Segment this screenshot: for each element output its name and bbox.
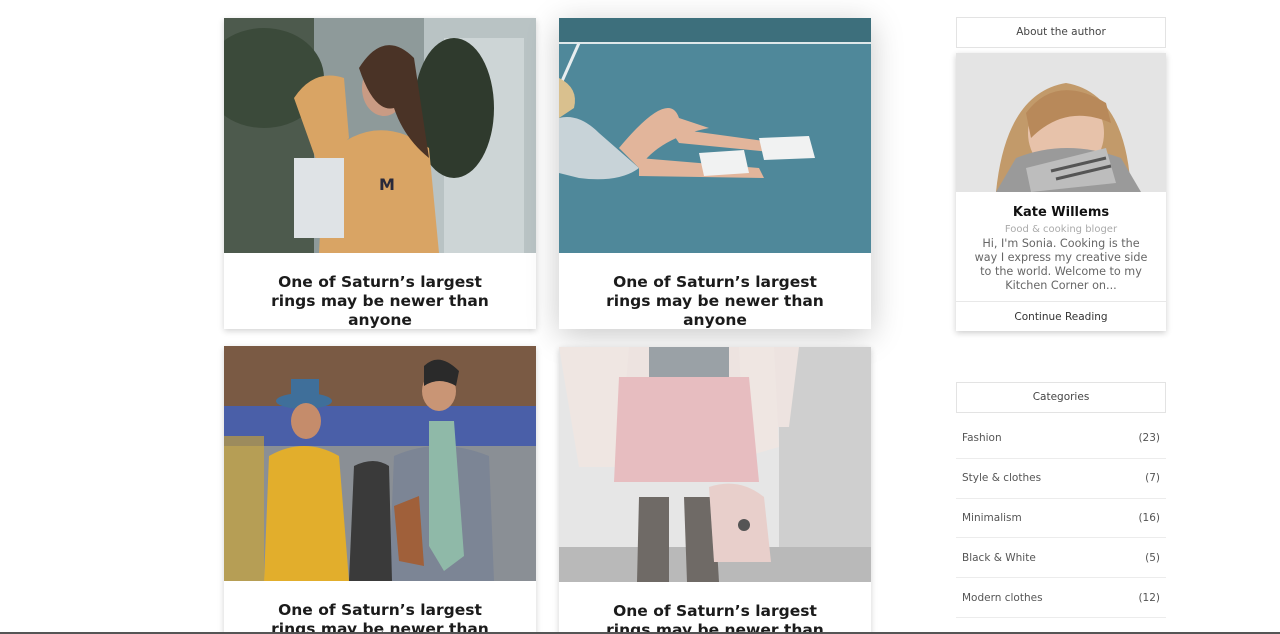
category-count: (23)	[1138, 432, 1160, 445]
author-card: Kate Willems Food & cooking bloger Hi, I…	[956, 53, 1166, 331]
post-card[interactable]: One of Saturn’s largest rings may be new…	[224, 346, 536, 634]
category-count: (12)	[1138, 591, 1160, 604]
category-label: Style & clothes	[962, 472, 1042, 485]
post-image-men-street-style[interactable]	[224, 346, 536, 581]
author-bio: Hi, I'm Sonia. Cooking is the way I expr…	[974, 237, 1148, 292]
post-image-pink-skirt-boots[interactable]	[559, 347, 871, 582]
post-image-woman-orange-sweater[interactable]: M	[224, 18, 536, 253]
category-label: Fashion	[962, 432, 1002, 445]
category-label: Black & White	[962, 551, 1036, 564]
post-title[interactable]: One of Saturn’s largest rings may be new…	[559, 273, 871, 329]
author-name: Kate Willems	[1012, 205, 1110, 220]
post-card[interactable]: M One of Saturn’s largest rings may be n…	[224, 18, 536, 329]
category-count: (16)	[1138, 511, 1160, 524]
author-role: Food & cooking bloger	[1004, 224, 1118, 235]
category-label: Modern clothes	[962, 591, 1043, 604]
post-title[interactable]: One of Saturn’s largest rings may be new…	[224, 601, 536, 634]
category-count: (7)	[1145, 472, 1160, 485]
post-title[interactable]: One of Saturn’s largest rings may be new…	[559, 602, 871, 634]
category-item-modern-clothes[interactable]: Modern clothes (12)	[956, 578, 1166, 618]
post-card[interactable]: One of Saturn’s largest rings may be new…	[559, 18, 871, 329]
post-title[interactable]: One of Saturn’s largest rings may be new…	[224, 273, 536, 329]
category-list: Fashion (23) Style & clothes (7) Minimal…	[956, 419, 1166, 618]
category-item-minimalism[interactable]: Minimalism (16)	[956, 499, 1166, 539]
svg-text:M: M	[379, 175, 395, 194]
author-avatar	[956, 53, 1166, 192]
categories-heading: Categories	[956, 382, 1166, 413]
post-card[interactable]: One of Saturn’s largest rings may be new…	[559, 347, 871, 634]
about-author-heading: About the author	[956, 17, 1166, 48]
divider	[956, 301, 1166, 302]
category-item-fashion[interactable]: Fashion (23)	[956, 419, 1166, 459]
post-image-woman-lying-court[interactable]	[559, 18, 871, 253]
category-item-style-clothes[interactable]: Style & clothes (7)	[956, 459, 1166, 499]
continue-reading-link[interactable]: Continue Reading	[956, 311, 1166, 323]
category-item-black-white[interactable]: Black & White (5)	[956, 538, 1166, 579]
category-count: (5)	[1145, 551, 1160, 564]
category-label: Minimalism	[962, 511, 1022, 524]
